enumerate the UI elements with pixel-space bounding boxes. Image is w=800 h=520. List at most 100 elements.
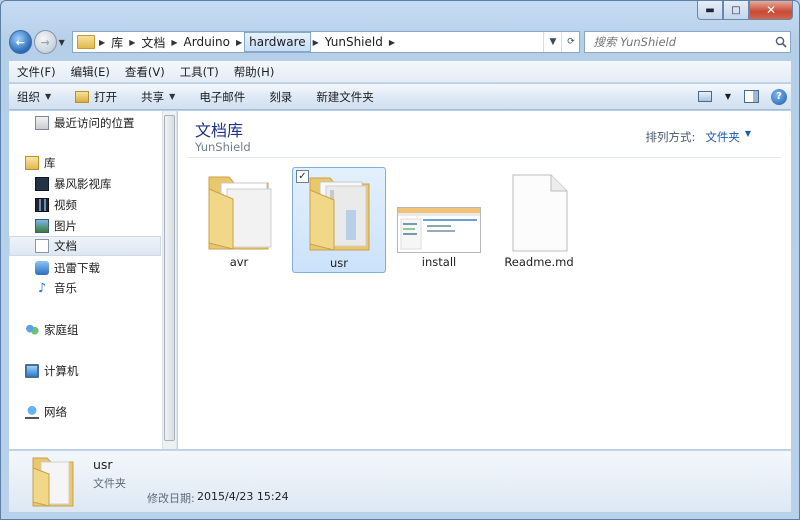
video-library-icon (35, 177, 49, 191)
image-thumbnail-icon (397, 207, 481, 253)
preview-pane-button[interactable] (739, 87, 763, 107)
breadcrumb-separator[interactable]: ▶ (311, 38, 321, 47)
library-title: 文档库 (195, 121, 244, 140)
help-icon: ? (771, 88, 787, 105)
window-controls: ▬ □ ✕ (697, 1, 793, 21)
breadcrumb-separator[interactable]: ▶ (127, 38, 137, 47)
chevron-down-icon: ▼ (169, 92, 176, 101)
sidebar-item-label: 文档 (54, 239, 77, 253)
scrollbar-thumb[interactable] (164, 115, 175, 441)
folder-icon (309, 177, 370, 251)
sidebar-item-label: 库 (44, 156, 56, 170)
divider (188, 157, 781, 158)
sidebar-item-xunlei[interactable]: 迅雷下载 (35, 258, 100, 278)
file-name: usr (329, 256, 348, 270)
address-history-dropdown[interactable]: ▼ (543, 32, 561, 52)
sidebar-item-libraries[interactable]: 库 (25, 153, 56, 173)
details-name: usr (93, 457, 113, 472)
burn-button[interactable]: 刻录 (269, 89, 292, 105)
arrange-by: 排列方式: 文件夹 ▼ (645, 129, 751, 145)
sidebar-item-documents[interactable]: 文档 (9, 236, 161, 256)
chevron-down-icon: ▼ (45, 92, 52, 101)
details-pane: usr 文件夹 修改日期: 2015/4/23 15:24 (9, 450, 791, 512)
sidebar-item-label: 最近访问的位置 (54, 116, 135, 130)
breadcrumb-separator[interactable]: ▶ (97, 38, 107, 47)
help-button[interactable]: ? (767, 87, 791, 107)
email-button[interactable]: 电子邮件 (199, 89, 245, 105)
view-options-dropdown[interactable]: ▼ (721, 87, 735, 107)
file-item-readme[interactable]: Readme.md (492, 167, 586, 273)
file-name: Readme.md (504, 255, 574, 269)
chevron-down-icon[interactable]: ▼ (745, 129, 751, 145)
menu-tools[interactable]: 工具(T) (180, 64, 219, 80)
breadcrumb-arduino[interactable]: Arduino (180, 32, 234, 52)
view-controls: ▼ ? (689, 87, 791, 107)
breadcrumb-yunshield[interactable]: YunShield (321, 32, 387, 52)
arrange-dropdown[interactable]: 文件夹 (705, 129, 740, 145)
navigation-pane: 最近访问的位置 库 暴风影视库 视频 图片 文档 迅雷下载 ♪ 音乐 家庭组 计… (9, 111, 177, 449)
file-name: avr (229, 255, 249, 269)
view-icon (698, 91, 712, 102)
address-bar[interactable]: ▶ 库 ▶ 文档 ▶ Arduino ▶ hardware ▶ YunShiel… (72, 31, 581, 53)
menu-view[interactable]: 查看(V) (125, 64, 165, 80)
breadcrumb-separator[interactable]: ▶ (169, 38, 179, 47)
navpane-scrollbar[interactable] (162, 111, 176, 449)
xunlei-download-icon (35, 261, 49, 275)
search-box[interactable] (584, 31, 791, 53)
network-icon (25, 405, 39, 419)
address-actions: ▼ ⟳ (543, 32, 579, 52)
documents-icon (35, 239, 49, 253)
preview-pane-icon (743, 90, 759, 103)
breadcrumb-hardware[interactable]: hardware (244, 32, 311, 52)
folder-icon (32, 457, 74, 507)
sidebar-item-music[interactable]: ♪ 音乐 (35, 278, 77, 298)
sidebar-item-recent[interactable]: 最近访问的位置 (35, 113, 135, 133)
sidebar-item-label: 家庭组 (44, 323, 79, 337)
music-icon: ♪ (37, 280, 47, 296)
minimize-button[interactable]: ▬ (697, 1, 723, 20)
navigation-row: ← → ▼ ▶ 库 ▶ 文档 ▶ Arduino ▶ hardware ▶ Yu… (9, 27, 791, 57)
menu-edit[interactable]: 编辑(E) (71, 64, 110, 80)
refresh-button[interactable]: ⟳ (561, 32, 579, 52)
breadcrumb-library[interactable]: 库 (107, 32, 127, 52)
search-input[interactable] (593, 35, 772, 49)
recent-pages-dropdown[interactable]: ▼ (59, 38, 68, 47)
sidebar-item-network[interactable]: 网络 (25, 402, 67, 422)
sidebar-item-homegroup[interactable]: 家庭组 (25, 320, 79, 340)
menu-file[interactable]: 文件(F) (17, 64, 56, 80)
menu-help[interactable]: 帮助(H) (234, 64, 275, 80)
file-item-usr[interactable]: ✓ usr (292, 167, 386, 273)
explorer-window: ▬ □ ✕ ← → ▼ ▶ 库 ▶ 文档 ▶ Arduino ▶ hardwar… (0, 0, 800, 520)
open-button[interactable]: 打开 (75, 89, 117, 105)
breadcrumb-documents[interactable]: 文档 (137, 32, 169, 52)
sidebar-item-label: 计算机 (44, 364, 79, 378)
share-label: 共享 (141, 89, 165, 104)
pictures-icon (35, 219, 49, 233)
details-modified-value: 2015/4/23 15:24 (197, 490, 289, 503)
sidebar-item-videos[interactable]: 视频 (35, 195, 77, 215)
sidebar-item-pictures[interactable]: 图片 (35, 216, 77, 236)
breadcrumb-separator[interactable]: ▶ (234, 38, 244, 47)
breadcrumb-separator[interactable]: ▶ (387, 38, 397, 47)
organize-button[interactable]: 组织 ▼ (17, 89, 51, 105)
sidebar-item-computer[interactable]: 计算机 (25, 361, 79, 381)
forward-button[interactable]: → (33, 30, 57, 54)
sidebar-item-video-library[interactable]: 暴风影视库 (35, 174, 112, 194)
sidebar-item-label: 图片 (54, 219, 77, 233)
file-name: install (421, 255, 457, 269)
file-item-avr[interactable]: avr (192, 167, 286, 273)
library-subtitle: YunShield (195, 140, 251, 154)
file-item-install[interactable]: install (392, 167, 486, 273)
maximize-button[interactable]: □ (723, 1, 749, 20)
sidebar-item-label: 视频 (54, 198, 77, 212)
command-bar: 组织 ▼ 打开 共享 ▼ 电子邮件 刻录 新建文件夹 ▼ ? (9, 84, 791, 110)
change-view-button[interactable] (693, 87, 717, 107)
back-button[interactable]: ← (9, 30, 32, 54)
search-icon[interactable] (772, 36, 790, 48)
share-button[interactable]: 共享 ▼ (141, 89, 175, 105)
folder-icon (77, 35, 96, 49)
sidebar-item-label: 暴风影视库 (54, 177, 112, 191)
close-button[interactable]: ✕ (749, 1, 793, 20)
organize-label: 组织 (17, 89, 40, 104)
new-folder-button[interactable]: 新建文件夹 (316, 89, 374, 105)
